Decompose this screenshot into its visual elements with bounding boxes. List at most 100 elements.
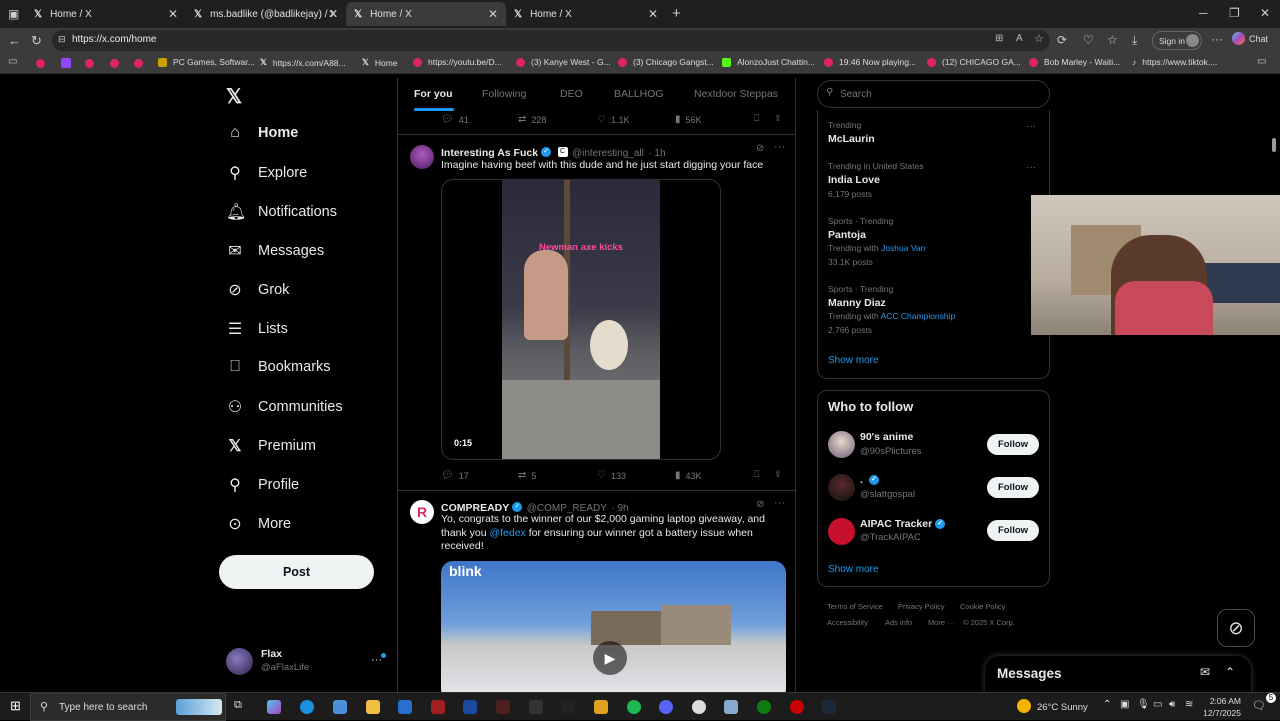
copilot-chat-button[interactable]: Chat (1232, 32, 1268, 45)
tab-for-you[interactable]: For you (414, 88, 453, 100)
bookmark-item[interactable]: PC Games, Softwar... (158, 57, 255, 67)
scrollbar-thumb[interactable] (1272, 138, 1276, 152)
read-aloud-icon[interactable]: A (1016, 33, 1023, 44)
browser-essentials-icon[interactable]: ♡ (1083, 33, 1094, 47)
refresh-icon[interactable]: ↻ (31, 33, 42, 49)
follow-button[interactable]: Follow (987, 434, 1039, 455)
browser-tab-1[interactable]: 𝕏 Home / X ✕ (26, 2, 186, 26)
app-taskbar-icon[interactable] (463, 700, 477, 714)
close-tab-icon[interactable]: ✕ (328, 7, 338, 21)
suggest-name-row[interactable]: AIPAC Tracker ✓ (860, 518, 946, 530)
nav-grok[interactable]: ⊘ Grok (226, 280, 289, 300)
tweet-media[interactable]: blink ▶ (441, 561, 786, 692)
new-message-icon[interactable]: ✉ (1200, 665, 1210, 679)
close-tab-icon[interactable]: ✕ (168, 7, 178, 21)
avatar[interactable] (828, 518, 855, 545)
bookmark-item[interactable]: (3) Chicago Gangst... (618, 57, 714, 67)
follow-button[interactable]: Follow (987, 520, 1039, 541)
tweet-more-icon[interactable]: ··· (774, 497, 785, 509)
outlook-taskbar-icon[interactable] (398, 700, 412, 714)
more-menu-icon[interactable]: ··· (1211, 32, 1223, 46)
avatar[interactable] (410, 145, 434, 169)
store-taskbar-icon[interactable] (333, 700, 347, 714)
obs-taskbar-icon[interactable] (790, 700, 804, 714)
trend-name[interactable]: Pantoja (828, 229, 866, 241)
app-taskbar-icon[interactable] (692, 700, 706, 714)
youtube-bookmark-icon[interactable] (85, 59, 94, 68)
suggest-name-row[interactable]: . ✓ (860, 474, 879, 486)
favorites-icon[interactable]: ☆ (1107, 33, 1118, 47)
page-scrollbar[interactable] (1271, 80, 1277, 690)
bookmarks-menu-icon[interactable]: ▭ (8, 56, 17, 67)
nav-communities[interactable]: ⚇ Communities (226, 397, 343, 417)
youtube-bookmark-icon[interactable] (134, 59, 143, 68)
search-input[interactable]: ⚲ Search (817, 80, 1050, 108)
tab-following[interactable]: Following (482, 88, 526, 100)
discord-taskbar-icon[interactable] (659, 700, 673, 714)
footer-privacy-link[interactable]: Privacy Policy (898, 602, 945, 611)
new-tab-icon[interactable]: + (672, 5, 681, 22)
trend-more-icon[interactable]: ··· (1026, 162, 1036, 173)
trend-name[interactable]: Manny Diaz (828, 297, 886, 309)
tab-nextdoor-steppas[interactable]: Nextdoor Steppas (694, 88, 778, 100)
app-taskbar-icon[interactable] (594, 700, 608, 714)
share-button[interactable]: ⇪ (774, 113, 782, 124)
nav-messages[interactable]: ✉ Messages (226, 241, 324, 261)
footer-ads-info-link[interactable]: Ads info (885, 618, 912, 627)
trend-with-link[interactable]: Joshua Van (881, 243, 925, 253)
repost-button[interactable]: ⇄ 228 (518, 114, 546, 125)
footer-more-link[interactable]: More ··· (928, 618, 955, 627)
favorite-star-icon[interactable]: ☆ (1034, 32, 1044, 45)
task-view-icon[interactable]: ⧉ (234, 699, 242, 712)
bookmark-item[interactable]: (3) Kanye West - G... (516, 57, 611, 67)
trend-more-icon[interactable]: ··· (1026, 121, 1036, 132)
reply-button[interactable]: 💬︎ 17 (441, 470, 469, 481)
app-taskbar-icon[interactable] (496, 700, 510, 714)
close-window-icon[interactable]: ✕ (1260, 6, 1270, 20)
bookmarks-overflow-icon[interactable]: ▭ (1257, 56, 1266, 67)
battery-icon[interactable]: ▭ (1153, 699, 1162, 710)
reply-button[interactable]: 💬︎ 41 (441, 114, 469, 125)
views-button[interactable]: ▮ 56K (675, 114, 702, 125)
like-button[interactable]: ♡ 1.1K (597, 114, 629, 125)
browser-tab-4[interactable]: 𝕏 Home / X ✕ (506, 2, 666, 26)
tray-overflow-icon[interactable]: ⌃ (1103, 699, 1111, 710)
repost-button[interactable]: ⇄ 5 (518, 470, 536, 481)
bookmark-item[interactable]: 𝕏https://x.com/A88... (260, 57, 346, 68)
messages-drawer[interactable]: Messages ✉ ⌃ (985, 656, 1251, 696)
minimize-icon[interactable]: ─ (1199, 6, 1208, 20)
nav-premium[interactable]: 𝕏 Premium (226, 436, 316, 456)
suggest-name[interactable]: 90's anime (860, 431, 913, 443)
grok-float-button[interactable]: ⊘ (1217, 609, 1255, 647)
tab-deo[interactable]: DEO (560, 88, 583, 100)
edge-taskbar-icon[interactable] (300, 700, 314, 714)
bookmark-item[interactable]: 19:46 Now playing... (824, 57, 916, 67)
x-home-logo-icon[interactable]: 𝕏 (226, 84, 242, 109)
bookmark-item[interactable]: AlonzoJust Chattin... (722, 57, 815, 67)
trend-with-link[interactable]: ACC Championship (881, 311, 956, 321)
bookmark-item[interactable]: (12) CHICAGO GA... (927, 57, 1021, 67)
play-icon[interactable]: ▶ (593, 641, 627, 675)
footer-cookie-link[interactable]: Cookie Policy (960, 602, 1005, 611)
spotify-taskbar-icon[interactable] (627, 700, 641, 714)
bookmark-item[interactable]: ♪ https://www.tiktok.... (1132, 57, 1217, 67)
xbox-taskbar-icon[interactable] (757, 700, 771, 714)
timestamp[interactable]: · 1h (648, 148, 665, 159)
nav-explore[interactable]: ⚲ Explore (226, 163, 307, 183)
app-taskbar-icon[interactable] (561, 700, 575, 714)
windows-start-icon[interactable]: ⊞ (10, 698, 21, 714)
author-name[interactable]: Interesting As Fuck (441, 147, 538, 159)
tweet-video[interactable]: Newman axe kicks 0:15 (441, 179, 721, 460)
nav-profile[interactable]: ⚲ Profile (226, 475, 299, 495)
nav-lists[interactable]: ☰ Lists (226, 319, 288, 339)
app-taskbar-icon[interactable] (529, 700, 543, 714)
taskbar-search-input[interactable]: ⚲ Type here to search (30, 693, 226, 721)
trend-name[interactable]: McLaurin (828, 133, 875, 145)
account-switcher[interactable]: Flax @aFlaxLife ··· (226, 646, 386, 680)
author-handle[interactable]: @interesting_all (572, 148, 644, 159)
nav-more[interactable]: ⊙ More (226, 514, 291, 534)
app-icon[interactable]: ⊞ (995, 33, 1003, 44)
avatar[interactable]: R (410, 500, 434, 524)
site-info-icon[interactable]: ⊟ (58, 34, 66, 45)
bookmark-button[interactable]: ⎕ (754, 113, 759, 124)
